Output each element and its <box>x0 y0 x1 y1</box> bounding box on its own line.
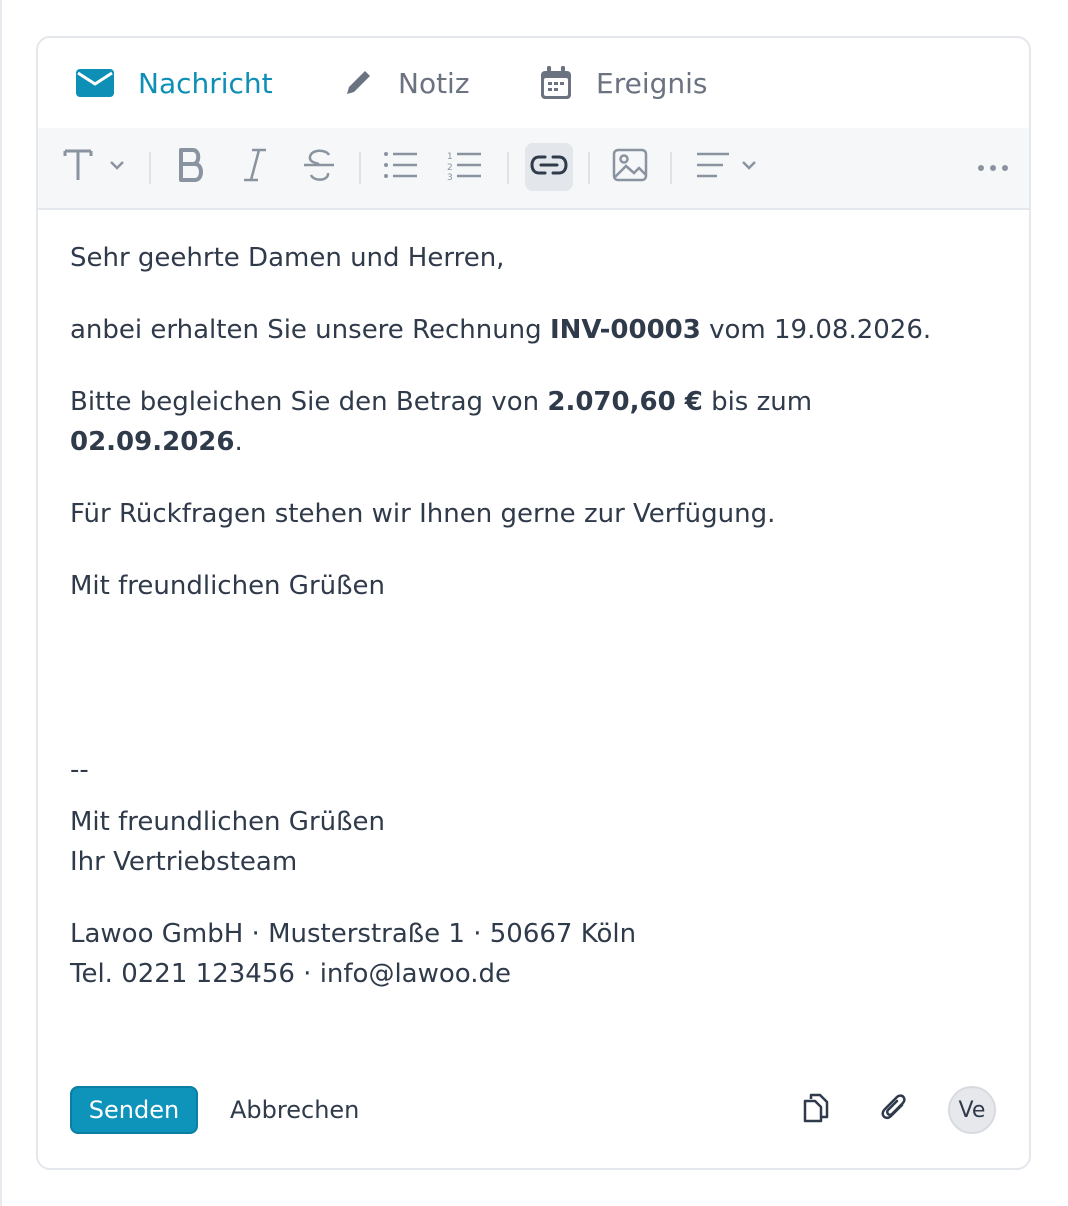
bold-icon <box>176 147 206 187</box>
greeting-line: Sehr geehrte Damen und Herren, <box>70 243 505 273</box>
copy-document-icon <box>803 1093 829 1127</box>
envelope-icon <box>76 69 114 97</box>
chevron-down-icon <box>110 161 124 170</box>
toolbar-divider <box>588 152 590 184</box>
invoice-line: anbei erhalten Sie unsere Rechnung INV-0… <box>70 315 932 345</box>
signature-closing: Mit freundlichen Grüßen Ihr Vertriebsteam <box>70 807 385 877</box>
formatting-toolbar: 1 2 3 <box>38 128 1029 210</box>
compose-card: Nachricht Notiz Ereignis 1 2 3 Sehr geeh… <box>36 36 1031 1170</box>
bullet-list-button[interactable] <box>378 143 424 191</box>
tab-nachricht-label: Nachricht <box>138 66 273 100</box>
image-icon <box>612 148 648 186</box>
toolbar-divider <box>670 152 672 184</box>
image-button[interactable] <box>606 143 654 191</box>
toolbar-divider <box>359 152 361 184</box>
more-options-button[interactable] <box>970 143 1016 191</box>
toolbar-divider <box>149 152 151 184</box>
amount-value: 2.070,60 € <box>547 387 703 417</box>
left-panel-edge <box>0 0 2 1206</box>
bullet-list-icon <box>383 150 419 184</box>
text-style-button[interactable] <box>56 143 132 191</box>
signature-contact: Tel. 0221 123456 · info@lawoo.de <box>70 959 511 989</box>
closing-line: Mit freundlichen Grüßen <box>70 571 385 601</box>
signature-separator: -- <box>70 755 89 785</box>
align-left-icon <box>693 150 763 184</box>
strikethrough-icon <box>302 147 336 187</box>
calendar-icon <box>540 66 572 100</box>
bold-button[interactable] <box>168 143 214 191</box>
template-button[interactable] <box>792 1086 840 1134</box>
attach-file-button[interactable] <box>870 1086 918 1134</box>
svg-text:1: 1 <box>447 152 453 162</box>
payment-line: Bitte begleichen Sie den Betrag von 2.07… <box>70 387 813 457</box>
signature-company: Lawoo GmbH · Musterstraße 1 · 50667 Köln… <box>70 914 636 994</box>
send-button[interactable]: Senden <box>70 1086 198 1134</box>
due-date-value: 02.09.2026 <box>70 427 235 457</box>
signature-team: Ihr Vertriebsteam <box>70 847 298 877</box>
tab-bar: Nachricht Notiz Ereignis <box>38 38 1029 130</box>
avatar[interactable]: Ve <box>948 1086 996 1134</box>
pencil-icon <box>342 67 374 99</box>
cancel-button[interactable]: Abbrechen <box>218 1086 371 1134</box>
tab-ereignis[interactable]: Ereignis <box>540 38 707 128</box>
link-button[interactable] <box>525 143 573 191</box>
align-button[interactable] <box>690 143 766 191</box>
tab-notiz[interactable]: Notiz <box>342 38 470 128</box>
italic-icon <box>240 147 270 187</box>
tab-nachricht[interactable]: Nachricht <box>76 38 273 128</box>
svg-text:3: 3 <box>447 173 453 180</box>
link-icon <box>530 154 568 180</box>
strikethrough-button[interactable] <box>296 143 342 191</box>
svg-text:2: 2 <box>447 163 453 173</box>
tab-notiz-label: Notiz <box>398 66 470 100</box>
invoice-number: INV-00003 <box>549 315 701 345</box>
numbered-list-icon: 1 2 3 <box>447 150 483 184</box>
chevron-down-icon <box>742 161 756 170</box>
numbered-list-button[interactable]: 1 2 3 <box>442 143 488 191</box>
signature-address: Lawoo GmbH · Musterstraße 1 · 50667 Köln <box>70 919 637 949</box>
italic-button[interactable] <box>232 143 278 191</box>
toolbar-divider <box>507 152 509 184</box>
paperclip-icon <box>880 1093 908 1127</box>
more-horizontal-icon <box>977 158 1009 177</box>
tab-ereignis-label: Ereignis <box>596 66 708 100</box>
text-style-icon <box>59 147 129 187</box>
questions-line: Für Rückfragen stehen wir Ihnen gerne zu… <box>70 499 776 529</box>
